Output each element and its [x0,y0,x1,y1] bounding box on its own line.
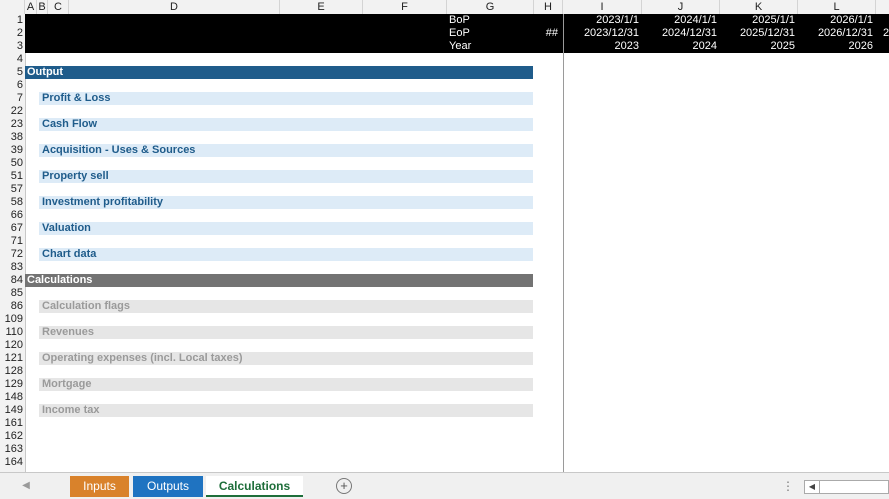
freeze-pane-divider [563,14,564,472]
row-header[interactable]: 51 [0,170,24,183]
row-header[interactable]: 148 [0,391,24,404]
column-header-k[interactable]: K [720,0,798,14]
row-header[interactable]: 85 [0,287,24,300]
row-header[interactable]: 109 [0,313,24,326]
year-2023: 2023 [614,40,639,52]
row-header[interactable]: 84 [0,274,24,287]
row-header[interactable]: 1 [0,14,24,27]
overflow-digit: 2 [883,27,889,39]
row-header[interactable]: 71 [0,235,24,248]
row-header[interactable]: 67 [0,222,24,235]
row-header[interactable]: 83 [0,261,24,274]
timing-header-band: BoP EoP Year ## 2023/1/1 2023/12/31 2023… [25,14,889,53]
column-header-i[interactable]: I [563,0,642,14]
row-header[interactable]: 120 [0,339,24,352]
column-header-a[interactable]: A [25,0,37,14]
row-header[interactable]: 86 [0,300,24,313]
row-header[interactable]: 66 [0,209,24,222]
output-item-profit-loss[interactable]: Profit & Loss [39,92,533,105]
calc-item-income-tax[interactable]: Income tax [39,404,533,417]
column-header-e[interactable]: E [280,0,363,14]
row-header[interactable]: 3 [0,40,24,53]
sheet-tab-inputs[interactable]: Inputs [70,476,129,497]
row-header[interactable]: 58 [0,196,24,209]
column-header-j[interactable]: J [642,0,720,14]
row-header[interactable]: 7 [0,92,24,105]
row-header[interactable]: 72 [0,248,24,261]
row-header[interactable]: 50 [0,157,24,170]
column-header-g[interactable]: G [447,0,534,14]
column-header-bar: A B C D E F G H I J K L [0,0,889,15]
section-header-output[interactable]: Output [25,66,533,79]
row-header[interactable]: 2 [0,27,24,40]
triangle-left-icon[interactable]: ◀ [20,477,32,495]
row-header[interactable]: 162 [0,430,24,443]
output-item-property-sell[interactable]: Property sell [39,170,533,183]
bop-2026: 2026/1/1 [830,14,873,26]
overflow-marker: ## [545,27,558,39]
output-item-investment-profitability[interactable]: Investment profitability [39,196,533,209]
row-header[interactable]: 149 [0,404,24,417]
bop-2025: 2025/1/1 [752,14,795,26]
column-header-b[interactable]: B [37,0,48,14]
plus-circle-icon[interactable]: + [336,478,352,494]
row-header[interactable]: 6 [0,79,24,92]
eop-2025: 2025/12/31 [739,27,795,39]
triangle-left-icon[interactable]: ◀ [805,481,820,493]
year-2024: 2024 [692,40,717,52]
column-header-f[interactable]: F [363,0,447,14]
row-header[interactable]: 128 [0,365,24,378]
bop-2024: 2024/1/1 [674,14,717,26]
eop-2026: 2026/12/31 [817,27,873,39]
row-header[interactable]: 121 [0,352,24,365]
row-header[interactable]: 4 [0,53,24,66]
calc-item-mortgage[interactable]: Mortgage [39,378,533,391]
calc-item-revenues[interactable]: Revenues [39,326,533,339]
select-all-corner[interactable] [0,0,25,14]
row-header[interactable]: 163 [0,443,24,456]
year-label: Year [449,40,472,52]
row-header[interactable]: 22 [0,105,24,118]
vertical-dots-icon[interactable]: ⋮ [782,477,794,495]
eop-2024: 2024/12/31 [661,27,717,39]
row-header[interactable]: 23 [0,118,24,131]
calc-item-operating-expenses[interactable]: Operating expenses (incl. Local taxes) [39,352,533,365]
row-header[interactable]: 129 [0,378,24,391]
bop-label: BoP [449,14,470,26]
row-header[interactable]: 39 [0,144,24,157]
sheet-tab-outputs[interactable]: Outputs [133,476,203,497]
sheet-tab-bar: ◀ Inputs Outputs Calculations + ⋮ ◀ [0,472,889,499]
row-header-column: 1 2 3 4 5 6 7 22 23 38 39 50 51 57 58 66… [0,14,26,472]
section-header-calculations[interactable]: Calculations [25,274,533,287]
output-item-chart-data[interactable]: Chart data [39,248,533,261]
eop-label: EoP [449,27,470,39]
output-item-valuation[interactable]: Valuation [39,222,533,235]
column-header-l[interactable]: L [798,0,876,14]
calc-item-calculation-flags[interactable]: Calculation flags [39,300,533,313]
row-header[interactable]: 5 [0,66,24,79]
column-header-d[interactable]: D [69,0,280,14]
column-header-h[interactable]: H [534,0,563,14]
row-header[interactable]: 57 [0,183,24,196]
output-item-acquisition[interactable]: Acquisition - Uses & Sources [39,144,533,157]
eop-2023: 2023/12/31 [583,27,639,39]
row-header[interactable]: 164 [0,456,24,469]
sheet-tab-calculations[interactable]: Calculations [206,476,303,497]
year-2026: 2026 [848,40,873,52]
row-header[interactable]: 110 [0,326,24,339]
column-header-c[interactable]: C [48,0,69,14]
bop-2023: 2023/1/1 [596,14,639,26]
horizontal-scrollbar[interactable]: ◀ [804,480,889,494]
output-item-cash-flow[interactable]: Cash Flow [39,118,533,131]
row-header[interactable]: 38 [0,131,24,144]
row-header[interactable]: 161 [0,417,24,430]
year-2025: 2025 [770,40,795,52]
